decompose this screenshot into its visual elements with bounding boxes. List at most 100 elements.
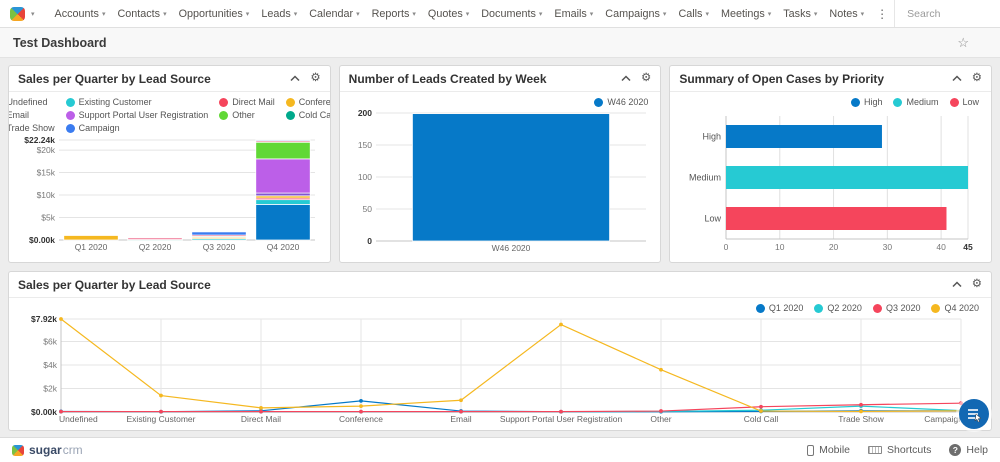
bar-segment[interactable]: [64, 236, 118, 240]
data-point[interactable]: [459, 398, 463, 402]
help-link[interactable]: ? Help: [949, 444, 988, 456]
gear-icon[interactable]: ⚙: [972, 279, 982, 291]
favorite-star-icon[interactable]: ☆: [957, 35, 969, 51]
legend-item[interactable]: Q4 2020: [931, 303, 979, 313]
menu-item-accounts[interactable]: Accounts▾: [49, 8, 112, 20]
menu-item-notes[interactable]: Notes▾: [823, 8, 870, 20]
bar-segment[interactable]: [256, 159, 310, 193]
collapse-icon[interactable]: [621, 75, 631, 82]
legend-dot-icon: [594, 98, 603, 107]
app-menu-button[interactable]: ▾: [10, 7, 35, 21]
bar[interactable]: [726, 166, 968, 189]
legend-item[interactable]: Direct Mail: [219, 97, 275, 107]
bar-segment[interactable]: [128, 238, 182, 240]
data-point[interactable]: [359, 410, 363, 414]
collapse-icon[interactable]: [290, 75, 300, 82]
legend-label: Email: [8, 110, 29, 120]
data-point[interactable]: [59, 317, 63, 321]
collapse-icon[interactable]: [952, 281, 962, 288]
page-title: Test Dashboard: [13, 36, 107, 50]
legend-item[interactable]: Q2 2020: [814, 303, 862, 313]
legend-dot-icon: [286, 111, 295, 120]
legend-item[interactable]: Conference: [286, 97, 331, 107]
footer-bar: sugar crm Mobile Shortcuts ? Help: [0, 437, 1000, 462]
legend-item[interactable]: Cold Call: [286, 110, 331, 120]
shortcuts-link[interactable]: Shortcuts: [868, 444, 931, 456]
data-point[interactable]: [159, 410, 163, 414]
dashboard-content: Sales per Quarter by Lead Source⚙Undefin…: [0, 58, 1000, 437]
mobile-link[interactable]: Mobile: [807, 444, 850, 456]
menu-item-documents[interactable]: Documents▾: [475, 8, 548, 20]
data-point[interactable]: [59, 410, 63, 414]
gear-icon[interactable]: ⚙: [972, 73, 982, 85]
data-point[interactable]: [759, 405, 763, 409]
mobile-link-label: Mobile: [819, 444, 850, 456]
data-point[interactable]: [859, 403, 863, 407]
menu-item-emails[interactable]: Emails▾: [548, 8, 599, 20]
data-point[interactable]: [659, 409, 663, 413]
legend-item[interactable]: W46 2020: [594, 97, 648, 107]
bar-segment[interactable]: [256, 204, 310, 240]
data-point[interactable]: [459, 410, 463, 414]
legend-dot-icon: [66, 111, 75, 120]
data-point[interactable]: [359, 399, 363, 403]
bar[interactable]: [726, 207, 946, 230]
legend-item[interactable]: Email: [8, 110, 55, 120]
bar-segment[interactable]: [256, 200, 310, 205]
legend-item[interactable]: High: [851, 97, 883, 107]
line-series[interactable]: [61, 401, 961, 412]
data-point[interactable]: [359, 404, 363, 408]
legend-item[interactable]: Medium: [893, 97, 938, 107]
menu-item-label: Emails: [554, 8, 586, 20]
legend-item[interactable]: Existing Customer: [66, 97, 209, 107]
app-window: ▾ Accounts▾Contacts▾Opportunities▾Leads▾…: [0, 0, 1000, 462]
data-point[interactable]: [159, 394, 163, 398]
menu-item-calls[interactable]: Calls▾: [672, 8, 715, 20]
bar[interactable]: [726, 125, 882, 148]
gear-icon[interactable]: ⚙: [641, 73, 651, 85]
legend-item[interactable]: Campaign: [66, 123, 209, 133]
legend-item[interactable]: Support Portal User Registration: [66, 110, 209, 120]
gear-icon[interactable]: ⚙: [310, 73, 320, 85]
legend-item[interactable]: Undefined: [8, 97, 55, 107]
data-point[interactable]: [259, 410, 263, 414]
collapse-icon[interactable]: [952, 75, 962, 82]
data-point[interactable]: [659, 368, 663, 372]
legend-item[interactable]: Other: [219, 110, 275, 120]
more-menu-icon[interactable]: ⋮: [870, 7, 894, 21]
bar-segment[interactable]: [256, 142, 310, 159]
menu-item-leads[interactable]: Leads▾: [255, 8, 303, 20]
menu-item-calendar[interactable]: Calendar▾: [303, 8, 365, 20]
data-point[interactable]: [559, 410, 563, 414]
search-input[interactable]: [907, 8, 995, 20]
menu-item-opportunities[interactable]: Opportunities▾: [173, 8, 256, 20]
legend-item[interactable]: Low: [950, 97, 980, 107]
legend-dot-icon: [219, 111, 228, 120]
dashlet-title: Summary of Open Cases by Priority: [679, 72, 951, 86]
data-point[interactable]: [859, 410, 863, 414]
bar-segment[interactable]: [192, 232, 246, 235]
bar-segment[interactable]: [412, 114, 609, 241]
bar-segment[interactable]: [256, 193, 310, 196]
menu-item-reports[interactable]: Reports▾: [366, 8, 422, 20]
data-point[interactable]: [759, 409, 763, 413]
menu-item-meetings[interactable]: Meetings▾: [715, 8, 777, 20]
legend-label: Other: [232, 110, 255, 120]
data-point[interactable]: [559, 323, 563, 327]
menu-item-quotes[interactable]: Quotes▾: [422, 8, 475, 20]
svg-text:$7.92k: $7.92k: [31, 314, 57, 324]
svg-text:$2k: $2k: [43, 384, 57, 394]
menu-item-campaigns[interactable]: Campaigns▾: [599, 8, 672, 20]
menu-item-tasks[interactable]: Tasks▾: [777, 8, 823, 20]
legend-label: Direct Mail: [232, 97, 275, 107]
legend-item[interactable]: Q3 2020: [873, 303, 921, 313]
legend-item[interactable]: Trade Show: [8, 123, 55, 133]
data-point[interactable]: [259, 406, 263, 410]
bar-segment[interactable]: [256, 140, 310, 141]
legend-item[interactable]: Q1 2020: [756, 303, 804, 313]
sugarcrm-footer-logo[interactable]: sugar crm: [12, 443, 83, 457]
legend-dot-icon: [814, 304, 823, 313]
menu-item-contacts[interactable]: Contacts▾: [111, 8, 172, 20]
quick-actions-fab[interactable]: [959, 399, 989, 429]
svg-text:40: 40: [937, 242, 947, 252]
